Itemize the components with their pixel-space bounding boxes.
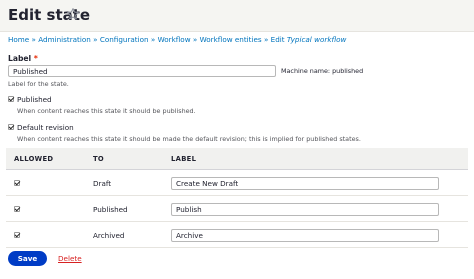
allowed-checkbox[interactable] [14,180,20,186]
column-header-to: TO [93,155,105,163]
allowed-checkbox[interactable] [14,206,20,212]
transition-label-input[interactable] [171,177,439,190]
allowed-checkbox[interactable] [14,232,20,238]
breadcrumb-separator: » [192,35,198,44]
star-outline-icon[interactable] [66,7,80,21]
table-row: Draft [6,171,468,196]
transition-label-input[interactable] [171,229,439,242]
transition-to: Published [93,205,128,214]
label-description: Label for the state. [8,80,69,88]
breadcrumb: Home » Administration » Configuration » … [8,35,346,44]
transition-label-input[interactable] [171,203,439,216]
label-field-label: Label * [8,54,38,63]
required-marker: * [33,54,38,63]
breadcrumb-workflow-entities[interactable]: Workflow entities [200,35,262,44]
table-row: Archived [6,223,468,248]
machine-name: Machine name: published [281,67,364,75]
column-header-allowed: ALLOWED [14,155,54,163]
published-checkbox[interactable] [8,96,14,102]
default-revision-description: When content reaches this state it shoul… [17,135,361,143]
default-revision-label[interactable]: Default revision [17,123,74,132]
save-button[interactable]: Save [8,251,47,266]
breadcrumb-home[interactable]: Home [8,35,29,44]
breadcrumb-separator: » [150,35,156,44]
delete-link[interactable]: Delete [58,254,82,263]
breadcrumb-administration[interactable]: Administration [38,35,91,44]
label-input[interactable] [8,65,276,77]
breadcrumb-separator: » [31,35,36,44]
breadcrumb-configuration[interactable]: Configuration [100,35,149,44]
default-revision-checkbox[interactable] [8,124,14,130]
published-description: When content reaches this state it shoul… [17,107,196,115]
breadcrumb-separator: » [93,35,98,44]
transition-to: Archived [93,231,125,240]
breadcrumb-separator: » [263,35,269,44]
breadcrumb-workflow[interactable]: Workflow [158,35,191,44]
page-header: Edit state [0,0,474,32]
label-field-label-text: Label [8,54,32,63]
breadcrumb-current-workflow: Typical workflow [286,35,347,44]
breadcrumb-current-prefix: Edit [270,35,285,44]
published-label[interactable]: Published [17,95,52,104]
table-header: ALLOWED TO LABEL [6,148,468,170]
transition-to: Draft [93,179,112,188]
table-row: Published [6,197,468,222]
column-header-label: LABEL [171,155,197,163]
breadcrumb-edit-workflow[interactable]: Edit Typical workflow [271,35,347,44]
